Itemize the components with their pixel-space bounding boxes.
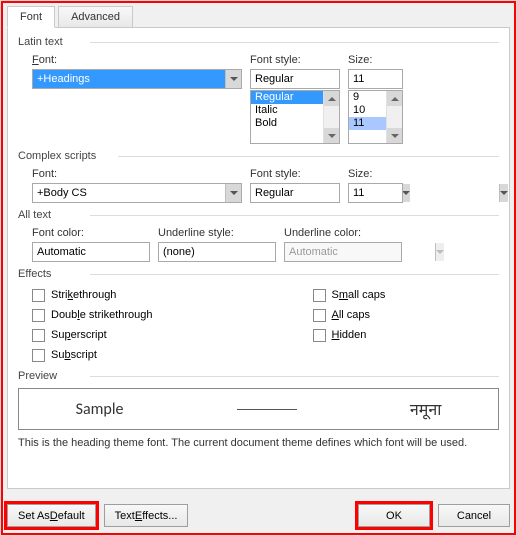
combo-complex-size[interactable]	[348, 183, 403, 203]
input-latin-font[interactable]	[33, 70, 225, 88]
tab-font[interactable]: Font	[7, 6, 55, 28]
combo-complex-style[interactable]	[250, 183, 340, 203]
label-latin-style: Font style:	[250, 54, 340, 66]
scroll-up-icon[interactable]	[387, 91, 402, 106]
group-title-alltext: All text	[18, 209, 499, 221]
font-tab-panel: Latin text Font: Font style:	[7, 27, 510, 489]
scroll-down-icon[interactable]	[387, 128, 402, 143]
checkbox-subscript[interactable]: Subscript	[32, 346, 153, 364]
preview-sample-complex: नमूना	[410, 398, 441, 420]
list-item[interactable]: Regular	[251, 91, 323, 104]
combo-complex-font[interactable]	[32, 183, 242, 203]
scrollbar[interactable]	[323, 91, 339, 143]
group-effects: Effects Strikethrough Double strikethrou…	[18, 268, 499, 364]
combo-underline-color	[284, 242, 402, 262]
group-all-text: All text Font color: Underline style:	[18, 209, 499, 262]
combo-latin-style[interactable]	[250, 69, 340, 89]
input-complex-font[interactable]	[33, 184, 225, 202]
list-item[interactable]: Bold	[251, 117, 323, 130]
group-title-effects: Effects	[18, 268, 499, 280]
preview-description: This is the heading theme font. The curr…	[18, 436, 499, 450]
chevron-down-icon[interactable]	[225, 70, 241, 88]
group-latin-text: Latin text Font: Font style:	[18, 36, 499, 144]
label-complex-style: Font style:	[250, 168, 340, 180]
group-complex-scripts: Complex scripts Font: Font style:	[18, 150, 499, 203]
list-item[interactable]: 11	[349, 117, 386, 130]
chevron-down-icon	[435, 243, 444, 261]
checkbox-strikethrough[interactable]: Strikethrough	[32, 286, 153, 304]
label-latin-size: Size:	[348, 54, 403, 66]
list-item[interactable]: Italic	[251, 104, 323, 117]
list-latin-style[interactable]: Regular Italic Bold	[250, 90, 340, 144]
label-complex-size: Size:	[348, 168, 403, 180]
scroll-down-icon[interactable]	[324, 128, 339, 143]
group-title-latin: Latin text	[18, 36, 499, 48]
checkbox-all-caps[interactable]: All caps	[313, 306, 386, 324]
label-complex-font: Font:	[32, 168, 242, 180]
scroll-up-icon[interactable]	[324, 91, 339, 106]
tab-strip: Font Advanced	[7, 5, 510, 27]
list-item[interactable]: 10	[349, 104, 386, 117]
label-latin-font: Font:	[32, 54, 242, 66]
chevron-down-icon[interactable]	[225, 184, 241, 202]
combo-underline-style[interactable]	[158, 242, 276, 262]
chevron-down-icon[interactable]	[499, 184, 508, 202]
preview-sample-latin: Sample	[76, 400, 124, 419]
input-latin-size[interactable]	[349, 70, 499, 88]
checkbox-double-strikethrough[interactable]: Double strikethrough	[32, 306, 153, 324]
tab-advanced[interactable]: Advanced	[58, 6, 133, 28]
text-effects-button[interactable]: Text Effects...	[104, 504, 189, 527]
label-font-color: Font color:	[32, 227, 150, 239]
input-underline-color	[285, 243, 435, 261]
font-dialog: Font Advanced Latin text Font: Font styl…	[0, 0, 517, 536]
ok-button[interactable]: OK	[358, 504, 430, 527]
combo-font-color[interactable]	[32, 242, 150, 262]
combo-latin-font[interactable]	[32, 69, 242, 89]
dialog-button-row: Set As Default Text Effects... OK Cancel	[7, 504, 510, 527]
input-complex-size[interactable]	[349, 184, 499, 202]
scrollbar[interactable]	[386, 91, 402, 143]
list-latin-size[interactable]: 9 10 11	[348, 90, 403, 144]
cancel-button[interactable]: Cancel	[438, 504, 510, 527]
preview-box: Sample नमूना	[18, 388, 499, 430]
checkbox-small-caps[interactable]: Small caps	[313, 286, 386, 304]
group-title-complex: Complex scripts	[18, 150, 499, 162]
group-preview: Preview Sample नमूना This is the heading…	[18, 370, 499, 450]
group-title-preview: Preview	[18, 370, 499, 382]
checkbox-hidden[interactable]: Hidden	[313, 326, 386, 344]
label-underline-color: Underline color:	[284, 227, 402, 239]
set-as-default-button[interactable]: Set As Default	[7, 504, 96, 527]
list-item[interactable]: 9	[349, 91, 386, 104]
checkbox-superscript[interactable]: Superscript	[32, 326, 153, 344]
label-underline-style: Underline style:	[158, 227, 276, 239]
combo-latin-size[interactable]	[348, 69, 403, 89]
